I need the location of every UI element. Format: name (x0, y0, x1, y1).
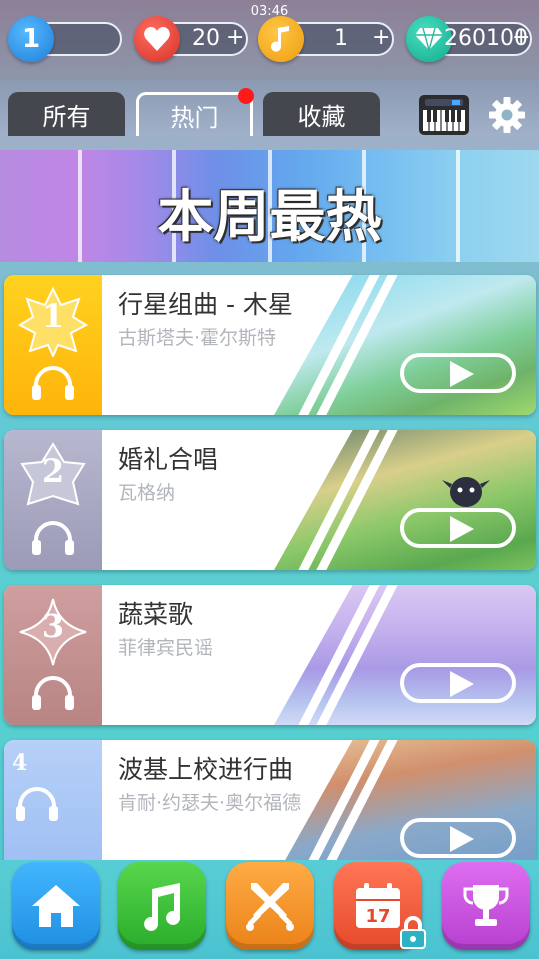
piano-icon[interactable] (418, 94, 470, 136)
trophy-icon (463, 885, 509, 926)
level-badge: 1 (8, 16, 54, 62)
lock-icon (400, 916, 426, 949)
nav-battle[interactable] (226, 862, 314, 950)
nav-trophy[interactable] (442, 862, 530, 950)
song-title: 行星组曲 - 木星 (118, 290, 293, 319)
song-artist: 瓦格纳 (118, 482, 176, 504)
song-title: 蔬菜歌 (118, 600, 194, 629)
headphones-icon[interactable] (30, 675, 76, 711)
rank-number: 4 (12, 750, 28, 776)
play-icon (450, 361, 474, 387)
music-icon (144, 883, 181, 931)
banner-title: 本周最热 (157, 185, 382, 250)
notification-dot (238, 88, 254, 104)
song-card[interactable]: 4 波基上校进行曲 肯耐·约瑟夫·奥尔福德 (4, 740, 536, 880)
music-note-icon (258, 16, 304, 62)
song-artist: 菲律宾民谣 (118, 637, 214, 659)
song-card[interactable]: 3 蔬菜歌 菲律宾民谣 (4, 585, 536, 725)
song-title: 婚礼合唱 (118, 445, 219, 474)
rank-number: 1 (41, 297, 65, 335)
weekly-hot-banner: 本周最热 (0, 150, 539, 262)
headphones-icon[interactable] (30, 365, 76, 401)
song-card[interactable]: 2 婚礼合唱 瓦格纳 (4, 430, 536, 570)
heart-icon (134, 16, 180, 62)
tab-hot-label: 热门 (170, 104, 219, 132)
add-notes-button[interactable]: + (372, 25, 390, 50)
status-time: 03:46 (250, 4, 289, 19)
lives-count: 20 (192, 26, 220, 51)
rank-number: 2 (41, 452, 65, 490)
tab-all[interactable]: 所有 (8, 92, 125, 136)
song-title: 波基上校进行曲 (118, 755, 294, 784)
tab-favorites-label: 收藏 (297, 102, 346, 131)
tab-hot[interactable]: 热门 (136, 92, 253, 136)
song-card[interactable]: 1 行星组曲 - 木星 古斯塔夫·霍尔斯特 (4, 275, 536, 415)
play-icon (450, 516, 474, 542)
home-icon (32, 885, 80, 927)
nav-home[interactable] (12, 862, 100, 950)
tab-favorites[interactable]: 收藏 (263, 92, 380, 136)
level-value: 1 (21, 24, 41, 54)
rank-number: 3 (41, 607, 65, 645)
headphones-icon[interactable] (14, 786, 60, 822)
add-gems-button[interactable]: + (512, 25, 530, 50)
song-artist: 古斯塔夫·霍尔斯特 (118, 327, 277, 349)
headphones-icon[interactable] (30, 520, 76, 556)
play-icon (450, 826, 474, 852)
tab-all-label: 所有 (42, 102, 91, 131)
add-lives-button[interactable]: + (226, 25, 244, 50)
notes-count: 1 (334, 26, 348, 51)
crossed-swords-icon (246, 883, 294, 931)
nav-music[interactable] (118, 862, 206, 950)
gear-icon[interactable] (488, 96, 526, 134)
play-icon (450, 671, 474, 697)
song-artist: 肯耐·约瑟夫·奥尔福德 (118, 792, 302, 814)
